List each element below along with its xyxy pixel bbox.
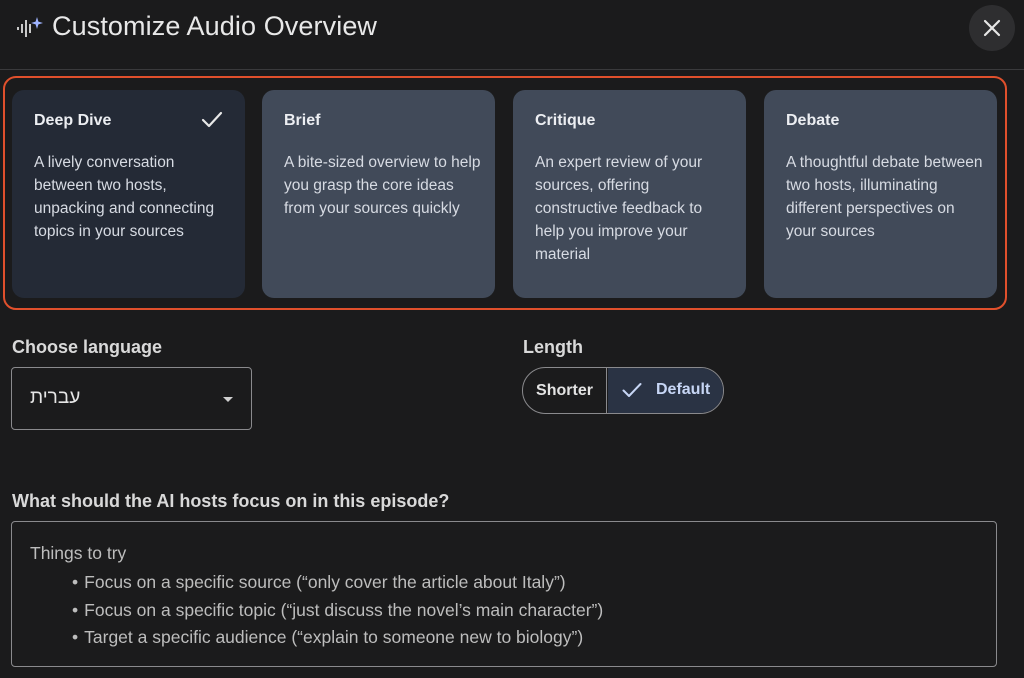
language-select[interactable]: עברית	[11, 367, 252, 430]
length-option-shorter[interactable]: Shorter	[523, 368, 607, 413]
language-label: Choose language	[12, 337, 163, 357]
dialog-header: Customize Audio Overview	[0, 0, 1024, 70]
focus-placeholder-list: Focus on a specific source (“only cover …	[72, 569, 603, 652]
focus-label: What should the AI hosts focus on in thi…	[12, 491, 450, 511]
focus-textarea[interactable]: Things to try Focus on a specific source…	[11, 521, 997, 667]
focus-placeholder-heading: Things to try	[30, 543, 127, 563]
customize-audio-dialog: Customize Audio Overview Deep Dive A liv…	[0, 0, 1024, 678]
length-option-default[interactable]: Default	[608, 368, 723, 413]
focus-placeholder-item: Focus on a specific source (“only cover …	[72, 569, 603, 597]
format-card-deep-dive[interactable]: Deep Dive A lively conversation between …	[12, 90, 245, 298]
length-segmented-control: Shorter Default	[522, 367, 724, 414]
check-icon	[201, 111, 223, 128]
audio-sparkle-icon	[17, 17, 43, 37]
focus-placeholder-item: Focus on a specific topic (“just discuss…	[72, 597, 603, 625]
language-value: עברית	[30, 387, 81, 408]
format-card-brief[interactable]: Brief A bite-sized overview to help you …	[262, 90, 495, 298]
format-card-title: Brief	[284, 112, 321, 129]
format-card-description: A bite-sized overview to help you grasp …	[284, 154, 481, 217]
format-card-description: A lively conversation between two hosts,…	[34, 154, 215, 240]
dropdown-arrow-icon	[223, 397, 233, 402]
format-card-debate[interactable]: Debate A thoughtful debate between two h…	[764, 90, 997, 298]
length-label: Length	[523, 337, 583, 357]
length-option-default-label: Default	[656, 381, 711, 398]
close-icon	[983, 19, 1001, 37]
check-icon	[622, 383, 642, 397]
format-card-critique[interactable]: Critique An expert review of your source…	[513, 90, 746, 298]
dialog-title: Customize Audio Overview	[52, 11, 378, 41]
format-card-title: Debate	[786, 112, 840, 129]
format-card-title: Critique	[535, 112, 596, 129]
format-card-description: An expert review of your sources, offeri…	[535, 154, 703, 263]
close-button[interactable]	[969, 5, 1015, 51]
format-card-description: A thoughtful debate between two hosts, i…	[786, 154, 983, 240]
format-card-title: Deep Dive	[34, 112, 112, 129]
focus-placeholder-item: Target a specific audience (“explain to …	[72, 624, 603, 652]
